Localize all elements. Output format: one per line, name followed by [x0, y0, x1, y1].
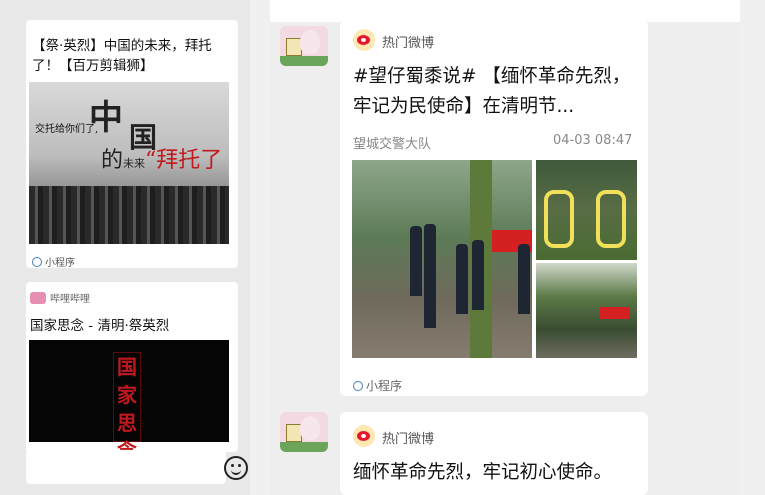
weibo-logo-icon — [353, 425, 375, 447]
post-photo-main[interactable] — [352, 160, 532, 358]
weibo-logo-icon — [353, 29, 375, 51]
mini-program-icon — [353, 381, 363, 391]
poster-vertical-text: 国家思念 — [113, 352, 141, 463]
poster-phrase: 的未来“拜托了 — [101, 148, 223, 173]
avatar[interactable] — [280, 26, 328, 66]
video-thumbnail[interactable]: 国家思念 — [29, 340, 229, 463]
post-title[interactable]: 缅怀革命先烈，牢记初心使命。 — [353, 458, 643, 488]
account-name: 热门微博 — [382, 36, 435, 51]
emoji-icon[interactable] — [224, 456, 248, 480]
post-title[interactable]: #望仔蜀黍说# 【缅怀革命先烈，牢记为民使命】在清明节... — [353, 62, 643, 122]
post-time: 04-03 08:47 — [553, 133, 633, 148]
post-source: 望城交警大队 — [353, 137, 432, 152]
post-photo-top-right[interactable] — [536, 160, 637, 260]
card-title[interactable]: 国家思念 - 清明·祭英烈 — [30, 314, 169, 334]
top-bar — [270, 0, 740, 22]
poster-crowd-image — [29, 186, 229, 244]
post-photo-bottom-right[interactable] — [536, 263, 637, 358]
avatar[interactable] — [280, 412, 328, 452]
source-name: 哔哩哔哩 — [50, 294, 90, 305]
mini-program-icon — [32, 257, 42, 267]
card-title[interactable]: 【祭·英烈】中国的未来，拜托了！【百万剪辑狮】 — [32, 36, 232, 76]
poster-big-char-1: 中 — [89, 98, 123, 138]
bilibili-icon — [30, 292, 46, 304]
message-input[interactable] — [26, 450, 226, 484]
video-thumbnail[interactable]: 交托给你们了, 中 国 的未来“拜托了 — [29, 82, 229, 244]
account-name: 热门微博 — [382, 432, 435, 447]
mini-program-tag: 小程序 — [353, 377, 402, 394]
mini-program-tag: 小程序 — [32, 254, 75, 269]
